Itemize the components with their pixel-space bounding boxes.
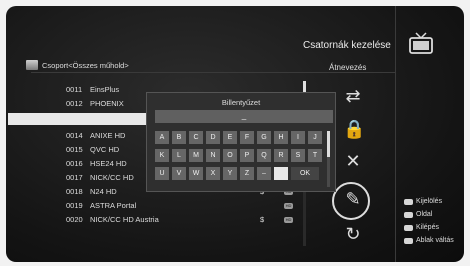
key[interactable]: M xyxy=(189,149,203,162)
key[interactable]: R xyxy=(274,149,288,162)
key[interactable]: X xyxy=(206,167,220,180)
key[interactable]: G xyxy=(257,131,271,144)
key[interactable]: U xyxy=(155,167,169,180)
tv-screen: Csatornák kezelése Csoport<Összes műhold… xyxy=(6,6,464,262)
keyboard-scroll-thumb[interactable] xyxy=(327,131,330,157)
move-icon[interactable]: ⇄ xyxy=(343,86,363,106)
key[interactable]: W xyxy=(189,167,203,180)
legend-item: Ablak váltás xyxy=(404,237,454,244)
key[interactable]: S xyxy=(291,149,305,162)
exit-key-icon xyxy=(404,224,413,231)
key[interactable]: I xyxy=(291,131,305,144)
key[interactable]: F xyxy=(240,131,254,144)
channel-row[interactable]: 0020 NICK/CC HD Austria $ HD xyxy=(28,215,298,227)
ok-key[interactable]: OK xyxy=(291,167,319,180)
key[interactable]: Y xyxy=(223,167,237,180)
key[interactable]: H xyxy=(274,131,288,144)
header-divider xyxy=(31,72,396,73)
key[interactable]: – xyxy=(257,167,271,180)
keyboard-dialog: Billentyűzet _ A B C D E F G H I J K L M… xyxy=(146,92,336,192)
key[interactable]: K xyxy=(155,149,169,162)
key[interactable]: V xyxy=(172,167,186,180)
channel-row[interactable]: 0019 ASTRA Portal HD xyxy=(28,201,298,213)
key[interactable]: D xyxy=(206,131,220,144)
legend-item: Oldal xyxy=(404,211,432,218)
key[interactable]: N xyxy=(206,149,220,162)
satellite-group-icon xyxy=(26,60,38,70)
sort-icon[interactable]: ↻ xyxy=(343,224,363,244)
key[interactable]: Z xyxy=(240,167,254,180)
page-key-icon xyxy=(404,211,413,218)
rename-icon[interactable]: ✎ xyxy=(343,189,363,209)
delete-icon[interactable]: ✕ xyxy=(343,151,363,171)
keyboard-title: Billentyűzet xyxy=(221,98,261,107)
hd-badge: HD xyxy=(284,217,293,223)
group-selector[interactable]: Csoport<Összes műhold> xyxy=(26,60,129,70)
key[interactable]: A xyxy=(155,131,169,144)
legend-item: Kilépés xyxy=(404,224,439,231)
hd-badge: HD xyxy=(284,203,293,209)
key[interactable]: B xyxy=(172,131,186,144)
sidebar-divider xyxy=(395,6,396,262)
legend-item: Kijelölés xyxy=(404,198,442,205)
key[interactable]: P xyxy=(240,149,254,162)
lock-icon[interactable]: 🔒 xyxy=(343,119,365,139)
key[interactable]: Q xyxy=(257,149,271,162)
rename-label: Átnevezés xyxy=(329,63,367,72)
key-space-selected[interactable] xyxy=(274,167,288,180)
group-label: Csoport<Összes műhold> xyxy=(42,60,129,70)
scrambled-icon: $ xyxy=(260,215,265,224)
key[interactable]: C xyxy=(189,131,203,144)
switch-window-key-icon xyxy=(404,237,413,244)
tv-icon xyxy=(409,32,433,54)
key[interactable]: E xyxy=(223,131,237,144)
key[interactable]: O xyxy=(223,149,237,162)
key[interactable]: L xyxy=(172,149,186,162)
page-title: Csatornák kezelése xyxy=(303,40,391,51)
key[interactable]: T xyxy=(308,149,322,162)
keyboard-input[interactable]: _ xyxy=(155,110,333,123)
ok-key-icon xyxy=(404,198,413,205)
key[interactable]: J xyxy=(308,131,322,144)
